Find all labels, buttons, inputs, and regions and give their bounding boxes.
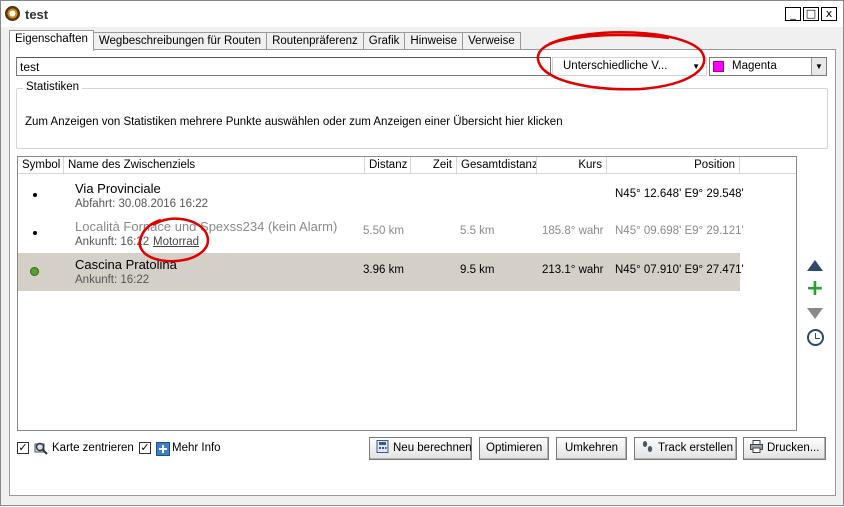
waypoint-name: Cascina Pratolina: [75, 257, 177, 272]
close-button[interactable]: x: [821, 7, 837, 21]
waypoint-position: N45° 09.698' E9° 29.121': [615, 225, 744, 237]
move-up-button[interactable]: [804, 255, 826, 275]
title-bar: test _ □ x: [1, 1, 843, 27]
waypoint-course: 213.1° wahr: [542, 264, 604, 276]
color-select[interactable]: Magenta ▼: [709, 57, 827, 76]
more-info-label: Mehr Info: [172, 442, 221, 454]
waypoint-course: 185.8° wahr: [542, 225, 604, 237]
waypoint-order-buttons: +: [804, 255, 826, 347]
style-select-value: Unterschiedliche V...: [563, 60, 668, 72]
column-header-name[interactable]: Name des Zwischenziels: [64, 157, 365, 174]
minimize-button[interactable]: _: [785, 7, 801, 21]
column-header-symbol[interactable]: Symbol: [18, 157, 64, 174]
window-controls: _ □ x: [785, 7, 837, 21]
waypoint-green-dot-icon: [30, 267, 39, 276]
list-item[interactable]: Località Fornace und Spexss234 (kein Ala…: [18, 215, 744, 253]
tab-eigenschaften[interactable]: Eigenschaften: [9, 30, 94, 51]
waypoint-position: N45° 07.910' E9° 27.471': [615, 264, 744, 276]
plus-icon: +: [805, 276, 825, 301]
create-track-label: Track erstellen: [658, 442, 733, 454]
waypoint-total-distance: 5.5 km: [460, 225, 495, 237]
waypoint-distance: 3.96 km: [363, 264, 404, 276]
statistics-group[interactable]: Statistiken Zum Anzeigen von Statistiken…: [16, 81, 828, 149]
waypoint-subtitle: Abfahrt: 30.08.2016 16:22: [75, 198, 208, 210]
waypoint-subtitle: Ankunft: 16:22: [75, 274, 150, 286]
tab-verweise[interactable]: Verweise: [462, 32, 521, 50]
route-properties-window: test _ □ x Eigenschaften Wegbeschreibung…: [0, 0, 844, 506]
column-header-course[interactable]: Kurs: [537, 157, 607, 174]
chevron-down-icon[interactable]: ▼: [811, 58, 826, 75]
window-title: test: [25, 7, 49, 22]
waypoint-total-distance: 9.5 km: [460, 264, 495, 276]
print-label: Drucken...: [767, 442, 820, 454]
center-map-checkbox[interactable]: ✓: [17, 442, 29, 454]
statistics-hint: Zum Anzeigen von Statistiken mehrere Pun…: [25, 116, 563, 128]
clock-icon: [806, 328, 824, 346]
create-track-button[interactable]: Track erstellen: [634, 437, 737, 460]
recalculate-button[interactable]: Neu berechnen: [369, 437, 472, 460]
tab-wegbeschreibungen[interactable]: Wegbeschreibungen für Routen: [92, 32, 268, 50]
printer-icon: [750, 440, 763, 453]
list-header: Symbol Name des Zwischenziels Distanz Ze…: [18, 157, 796, 174]
list-item-selected[interactable]: Cascina Pratolina Ankunft: 16:22 3.96 km…: [18, 253, 744, 291]
arrow-up-icon: [807, 259, 823, 271]
properties-panel: Unterschiedliche V... ▼ Magenta ▼ Statis…: [9, 49, 836, 496]
arrow-down-icon: [807, 307, 823, 319]
waypoint-name: Località Fornace und Spexss234 (kein Ala…: [75, 219, 338, 234]
time-button[interactable]: [804, 327, 826, 347]
calculator-icon: [376, 440, 389, 453]
column-header-position[interactable]: Position: [607, 157, 740, 174]
more-info-checkbox[interactable]: ✓: [139, 442, 151, 454]
tab-grafik[interactable]: Grafik: [362, 32, 406, 50]
reverse-label: Umkehren: [564, 442, 619, 454]
statistics-legend: Statistiken: [23, 81, 83, 93]
tab-hinweise[interactable]: Hinweise: [404, 32, 464, 50]
waypoint-dot-icon: [33, 231, 37, 235]
transport-mode-link[interactable]: Motorrad: [153, 236, 199, 248]
add-waypoint-button[interactable]: +: [804, 276, 826, 301]
reverse-button[interactable]: Umkehren: [556, 437, 627, 460]
waypoint-subtitle: Ankunft: 16:22: [75, 236, 150, 248]
tab-strip: Eigenschaften Wegbeschreibungen für Rout…: [9, 30, 521, 51]
move-down-button[interactable]: [804, 303, 826, 323]
maximize-button[interactable]: □: [803, 7, 819, 21]
optimize-label: Optimieren: [486, 442, 543, 454]
waypoint-distance: 5.50 km: [363, 225, 404, 237]
waypoint-list[interactable]: Symbol Name des Zwischenziels Distanz Ze…: [17, 156, 797, 431]
column-header-distance[interactable]: Distanz: [365, 157, 411, 174]
column-header-total-distance[interactable]: Gesamtdistanz: [457, 157, 537, 174]
waypoint-name: Via Provinciale: [75, 181, 161, 196]
footprints-icon: [642, 441, 653, 452]
print-button[interactable]: Drucken...: [743, 437, 826, 460]
info-plus-icon: [156, 442, 170, 456]
color-swatch: [713, 61, 724, 72]
color-select-value: Magenta: [732, 60, 777, 72]
app-logo-icon: [5, 6, 20, 21]
style-select[interactable]: Unterschiedliche V... ▼: [552, 57, 707, 76]
center-map-label: Karte zentrieren: [52, 442, 134, 454]
waypoint-position: N45° 12.648' E9° 29.548': [615, 188, 744, 200]
waypoint-dot-icon: [33, 193, 37, 197]
tab-routenpraeferenz[interactable]: Routenpräferenz: [266, 32, 364, 50]
route-name-input[interactable]: [16, 57, 551, 76]
magnifier-map-icon: [34, 442, 48, 455]
column-header-time[interactable]: Zeit: [411, 157, 457, 174]
chevron-down-icon: ▼: [692, 62, 700, 71]
bottom-toolbar: ✓ Karte zentrieren ✓ Mehr Info Neu berec…: [1, 437, 844, 463]
recalculate-label: Neu berechnen: [393, 442, 472, 454]
optimize-button[interactable]: Optimieren: [479, 437, 549, 460]
list-item[interactable]: Via Provinciale Abfahrt: 30.08.2016 16:2…: [18, 177, 744, 215]
